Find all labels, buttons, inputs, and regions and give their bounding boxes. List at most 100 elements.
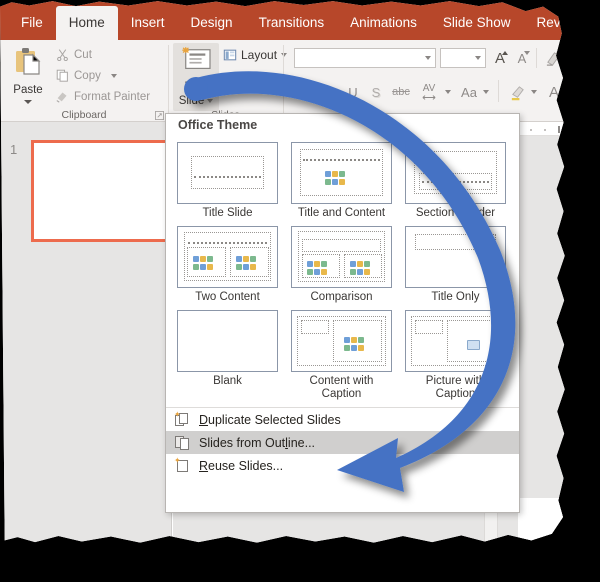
title-only-thumb <box>405 226 506 288</box>
tab-slide-show[interactable]: Slide Show <box>430 6 524 40</box>
font-name-input[interactable] <box>294 48 436 68</box>
picture-icon <box>467 340 480 350</box>
clipart-icon <box>250 264 256 270</box>
cut-label: Cut <box>74 49 92 61</box>
grow-font-button[interactable]: A <box>490 48 510 68</box>
layout-blank[interactable]: Blank <box>177 310 278 401</box>
shrink-font-button[interactable]: A <box>512 48 532 68</box>
tab-insert[interactable]: Insert <box>118 6 178 40</box>
menu-item-duplicate-selected-slides[interactable]: ✦ Duplicate Selected Slides <box>166 408 519 431</box>
font-size-caret-icon[interactable] <box>475 56 481 60</box>
text-highlight-caret-icon[interactable] <box>531 90 537 94</box>
layout-title-and-content[interactable]: Title and Content <box>291 142 392 220</box>
placeholder-box <box>301 320 329 334</box>
layout-section-header[interactable]: Section Header <box>405 142 506 220</box>
clipart-icon <box>207 264 213 270</box>
clipart-icon <box>364 269 370 275</box>
paste-button[interactable]: Paste <box>6 44 50 110</box>
ruler-dot <box>544 129 546 131</box>
text-shadow-button[interactable]: S <box>367 82 385 102</box>
content-icons <box>350 269 370 275</box>
tab-transitions[interactable]: Transitions <box>246 6 338 40</box>
text-highlight-color-button[interactable] <box>506 81 528 103</box>
placeholder-line <box>188 242 267 244</box>
copy-dropdown-caret-icon[interactable] <box>111 74 117 78</box>
layout-gallery-row: Two Content <box>166 220 519 304</box>
tab-review[interactable]: Review <box>523 6 584 40</box>
content-icons <box>236 256 256 262</box>
picture-icon <box>236 264 242 270</box>
cut-button[interactable]: Cut <box>56 48 92 61</box>
mnemonic: R <box>199 459 208 473</box>
ribbon-body: Paste Cut Copy <box>0 40 584 122</box>
change-case-caret-icon[interactable] <box>483 90 489 94</box>
font-color-caret-icon[interactable] <box>567 90 573 94</box>
copy-icon <box>56 69 69 82</box>
character-spacing-button[interactable]: AV <box>416 81 442 103</box>
reset-button[interactable]: Reset <box>223 71 272 85</box>
reset-icon <box>223 71 237 85</box>
tab-animations[interactable]: Animations <box>337 6 430 40</box>
placeholder-box <box>415 234 496 250</box>
layout-icon <box>223 48 237 62</box>
layout-content-with-caption[interactable]: Content with Caption <box>291 310 392 401</box>
font-size-input[interactable] <box>440 48 486 68</box>
paste-dropdown-caret-icon[interactable] <box>24 100 32 104</box>
new-slide-button[interactable]: New Slide <box>173 43 219 111</box>
screenshot-root: File Home Insert Design Transitions Anim… <box>0 0 600 582</box>
clipboard-dialog-launcher-icon[interactable] <box>155 111 164 120</box>
layout-button[interactable]: Layout <box>223 48 287 62</box>
shrink-font-arrow-icon <box>524 51 530 55</box>
tab-file[interactable]: File <box>8 6 56 40</box>
layout-title-only[interactable]: Title Only <box>405 226 506 304</box>
tab-home[interactable]: Home <box>56 6 118 40</box>
content-icons <box>325 179 345 185</box>
layout-picture-with-caption[interactable]: Picture with Caption <box>405 310 506 401</box>
font-name-caret-icon[interactable] <box>425 56 431 60</box>
underline-button[interactable]: U <box>344 82 362 102</box>
menu-item-label: Duplicate Selected Slides <box>199 413 341 427</box>
slide-editing-surface[interactable] <box>518 498 584 556</box>
format-painter-button[interactable]: Format Painter <box>56 90 150 103</box>
character-spacing-caret-icon[interactable] <box>445 90 451 94</box>
layout-title-slide[interactable]: Title Slide <box>177 142 278 220</box>
layout-two-content[interactable]: Two Content <box>177 226 278 304</box>
layout-gallery: Title Slide Title and Content <box>166 136 519 401</box>
paste-icon <box>13 46 43 78</box>
ruler-tick <box>558 126 560 133</box>
tab-design[interactable]: Design <box>178 6 246 40</box>
layout-section-header-label: Section Header <box>405 207 506 220</box>
smartart-icon <box>250 256 256 262</box>
placeholder-box <box>187 247 226 277</box>
strikethrough-button[interactable]: abc <box>389 83 413 101</box>
content-icons <box>193 256 213 262</box>
chart-icon <box>193 256 199 262</box>
clear-formatting-button[interactable] <box>542 47 564 69</box>
table-icon <box>332 171 338 177</box>
video-icon <box>332 179 338 185</box>
font-color-button[interactable]: A <box>544 81 564 103</box>
smartart-icon <box>339 171 345 177</box>
placeholder-box <box>302 239 381 252</box>
bold-button[interactable]: B <box>298 82 316 102</box>
change-case-button[interactable]: Aa <box>458 82 480 102</box>
slide-thumbnail-panel[interactable]: 1 <box>0 122 172 556</box>
layout-gallery-row: Blank Content with Caption <box>166 304 519 401</box>
ribbon-group-font: A A B I U S abc AV <box>284 40 584 122</box>
italic-button[interactable]: I <box>321 82 339 102</box>
table-icon <box>314 261 320 267</box>
font-dialog-launcher-icon[interactable] <box>565 111 574 120</box>
menu-item-reuse-slides[interactable]: ✦ Reuse Slides... <box>166 454 519 477</box>
layout-comparison[interactable]: Comparison <box>291 226 392 304</box>
new-slide-dropdown-caret-icon[interactable] <box>207 99 213 103</box>
copy-button[interactable]: Copy <box>56 69 117 82</box>
chart-icon <box>307 261 313 267</box>
menu-item-slides-from-outline[interactable]: Slides from Outline... <box>166 431 519 454</box>
scissors-icon <box>56 48 69 61</box>
content-with-caption-thumb <box>291 310 392 372</box>
slide-thumbnail-1[interactable] <box>31 140 173 242</box>
picture-with-caption-thumb <box>405 310 506 372</box>
smartart-icon <box>321 261 327 267</box>
picture-icon <box>325 179 331 185</box>
mnemonic: D <box>199 413 208 427</box>
